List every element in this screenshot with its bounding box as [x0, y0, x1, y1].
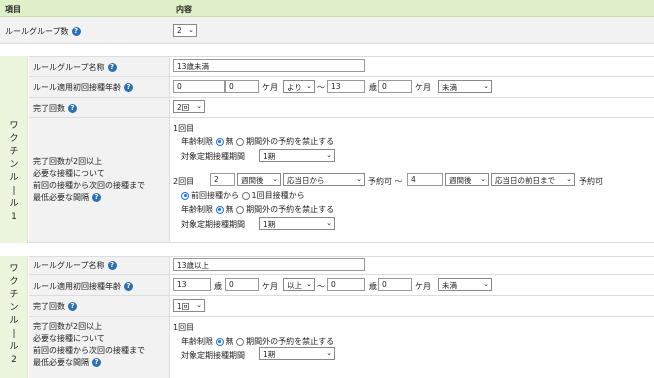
- group1-dose1-period-label: 対象定期接種期間: [181, 152, 245, 161]
- radio-none[interactable]: [215, 137, 224, 146]
- group1-age-from-months[interactable]: 0: [225, 80, 259, 93]
- reserve-from-label: 予約可 〜: [368, 177, 403, 186]
- rule-group-count-select[interactable]: 2 ⌄: [173, 24, 197, 37]
- unit-label: ケ月: [415, 83, 431, 92]
- tilde: 〜: [317, 282, 325, 291]
- group2-dose1-period-select[interactable]: 1期 ⌄: [259, 347, 335, 360]
- group1-dose2-period-label: 対象定期接種期間: [181, 220, 245, 229]
- group2-done-label: 完了回数?: [33, 301, 77, 312]
- header-item: 項目: [5, 5, 21, 14]
- help-icon[interactable]: ?: [124, 282, 133, 291]
- help-icon[interactable]: ?: [71, 27, 81, 36]
- group1-dose2-unit2[interactable]: 週間後 ⌄: [445, 173, 489, 186]
- help-icon[interactable]: ?: [68, 302, 77, 311]
- group2-done-select[interactable]: 1回 ⌄: [173, 299, 205, 312]
- reserve-to-label: 予約可: [579, 177, 603, 186]
- radio-first[interactable]: [241, 191, 250, 200]
- radio-forbid[interactable]: [236, 337, 245, 346]
- group2-dose1-title: 1回目: [173, 323, 195, 332]
- group2-dose1-period-label: 対象定期接種期間: [181, 351, 245, 360]
- group1-dose1-age-limit: 年齢制限 無 期間外の予約を禁止する: [181, 137, 335, 146]
- group1-age-to-years[interactable]: 13: [327, 80, 365, 93]
- group1-done-label: 完了回数?: [33, 103, 77, 114]
- group2-name-label: ルールグループ名称?: [33, 260, 117, 271]
- group1-dose2-n1[interactable]: 2: [210, 173, 235, 186]
- group2-age-to-cond[interactable]: 未満 ⌄: [438, 278, 492, 291]
- group2-dose1-age-limit: 年齢制限 無 期間外の予約を禁止する: [181, 337, 335, 346]
- rule-group-count-label: ルールグループ数?: [5, 26, 81, 37]
- help-icon[interactable]: ?: [124, 83, 133, 92]
- group2-age-from-months[interactable]: 0: [225, 278, 259, 291]
- group1-age-from-cond[interactable]: より ⌄: [283, 80, 315, 93]
- tilde: 〜: [317, 83, 325, 92]
- group1-dose2-age-limit: 年齢制限 無 期間外の予約を禁止する: [181, 205, 335, 214]
- group1-name-label: ルールグループ名称?: [33, 62, 117, 73]
- group1-dose2-period-select[interactable]: 1期 ⌄: [259, 217, 335, 230]
- help-icon[interactable]: ?: [107, 261, 117, 270]
- group2-interval-label: 完了回数が2回以上 必要な接種について 前回の接種から次回の接種まで 最低必要な…: [33, 322, 145, 367]
- group1-dose2-title: 2回目: [173, 177, 195, 186]
- radio-none[interactable]: [215, 205, 224, 214]
- group2-age-to-years[interactable]: 0: [327, 278, 365, 291]
- help-icon[interactable]: ?: [68, 104, 77, 113]
- unit-label: 歳: [369, 83, 377, 92]
- unit-label: ケ月: [262, 282, 278, 291]
- help-icon[interactable]: ?: [92, 193, 101, 202]
- group1-dose2-unit1[interactable]: 週間後 ⌄: [237, 173, 281, 186]
- rule-group-2-vertical-label: ワクチンル | ル 2: [9, 264, 19, 365]
- unit-label: ケ月: [262, 83, 278, 92]
- help-icon[interactable]: ?: [92, 358, 101, 367]
- rule-group-count-row: [0, 17, 654, 43]
- radio-forbid[interactable]: [236, 137, 245, 146]
- unit-label: 歳: [214, 282, 222, 291]
- group1-dose1-period-select[interactable]: 1期 ⌄: [259, 149, 335, 162]
- group1-name-input[interactable]: 13歳未満: [173, 59, 365, 72]
- group1-dose2-base2[interactable]: 応当日の前日まで ⌄: [491, 173, 575, 186]
- radio-prev[interactable]: [181, 191, 189, 200]
- radio-forbid[interactable]: [236, 205, 245, 214]
- group2-age-from-cond[interactable]: 以上 ⌄: [283, 278, 315, 291]
- group2-age-to-months[interactable]: 0: [378, 278, 412, 291]
- rule-group-1-vertical-label: ワクチンル | ル 1: [9, 121, 19, 222]
- unit-label: 歳: [369, 282, 377, 291]
- group1-age-to-cond[interactable]: 未満 ⌄: [438, 80, 492, 93]
- radio-none[interactable]: [215, 337, 224, 346]
- group1-age-to-months[interactable]: 0: [378, 80, 412, 93]
- group1-dose2-base1[interactable]: 応当日から ⌄: [283, 173, 365, 186]
- group1-age-label: ルール適用初回接種年齢?: [33, 82, 133, 93]
- group1-done-select[interactable]: 2回 ⌄: [173, 100, 205, 113]
- group1-dose2-n2[interactable]: 4: [407, 173, 443, 186]
- group1-interval-label: 完了回数が2回以上 必要な接種について 前回の接種から次回の接種まで 最低必要な…: [33, 157, 145, 202]
- table-header: 項目 内容: [0, 0, 654, 17]
- group2-age-from-years[interactable]: 13: [173, 278, 211, 291]
- group2-name-input[interactable]: 13歳以上: [173, 258, 365, 271]
- unit-label: ケ月: [415, 282, 431, 291]
- group1-age-from-years[interactable]: 0: [173, 80, 225, 93]
- header-content: 内容: [176, 5, 192, 14]
- group1-dose2-base-radio: 前回接種から 1回目接種から: [181, 190, 305, 201]
- group2-age-label: ルール適用初回接種年齢?: [33, 281, 133, 292]
- help-icon[interactable]: ?: [107, 63, 117, 72]
- group1-dose1-title: 1回目: [173, 124, 195, 133]
